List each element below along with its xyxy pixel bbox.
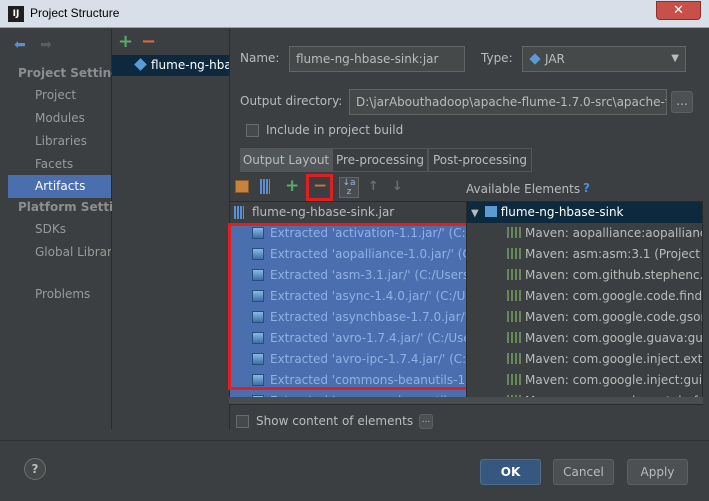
forward-arrow-icon[interactable]: ➡ [40,37,52,53]
window-title: Project Structure [30,6,120,20]
apply-button[interactable]: Apply [627,459,688,485]
name-field[interactable]: flume-ng-hbase-sink:jar [289,46,465,72]
nav-item-problems[interactable]: Problems [0,283,111,306]
close-button[interactable]: ✕ [656,1,701,20]
remove-element-icon[interactable]: − [313,176,327,196]
tab-output-layout[interactable]: Output Layout [240,148,332,172]
type-select[interactable]: JAR ▼ [522,46,686,72]
output-tree-scrollbar[interactable] [229,397,467,404]
library-label: Maven: com.google.inject.extensions [525,352,702,366]
output-directory-field[interactable]: D:\jarAbouthadoop\apache-flume-1.7.0-src… [349,89,667,115]
available-root[interactable]: ▼ flume-ng-hbase-sink [467,202,702,223]
library-label: Maven: com.google.inject:guice:3.0 [525,373,702,387]
nav-item-facets[interactable]: Facets [0,153,111,176]
library-row[interactable]: Maven: com.google.code.findbugs:jsr305 [467,286,702,307]
archive-icon[interactable] [260,179,270,194]
show-content-options-button[interactable]: ... [419,414,433,429]
platform-settings-header: Platform Settings [18,200,112,214]
show-content-checkbox[interactable] [236,415,249,428]
library-label: Maven: aopalliance:aopalliance:1.0 [525,226,702,240]
type-label: Type: [481,51,513,65]
jar-type-icon [529,53,541,65]
highlight-box-selection [228,223,470,390]
maven-library-icon [507,269,521,280]
maven-library-icon [507,374,521,385]
help-icon[interactable]: ? [583,181,590,195]
include-in-build-checkbox[interactable] [246,124,259,137]
library-row[interactable]: Maven: asm:asm:3.1 (Project Library) [467,244,702,265]
library-label: Maven: com.google.code.findbugs:jsr305 [525,289,702,303]
artifact-list-panel: + − flume-ng-hbase-sink:jar [112,29,230,429]
tab-post-processing[interactable]: Post-processing [428,148,532,172]
show-content-label: Show content of elements [256,414,414,428]
cancel-button[interactable]: Cancel [553,459,614,485]
sort-elements-icon[interactable]: ↓a z [339,177,359,198]
maven-library-icon [507,248,521,259]
intellij-logo-icon: IJ [8,6,24,22]
nav-item-project[interactable]: Project [0,84,111,107]
back-arrow-icon[interactable]: ⬅ [14,37,26,53]
artifact-item-label: flume-ng-hbase-sink:jar [151,58,229,72]
footer-divider [0,440,709,441]
tab-pre-processing[interactable]: Pre-processing [332,148,428,172]
expand-arrow-icon[interactable]: ▼ [471,208,479,219]
jar-artifact-icon [134,58,147,71]
library-row[interactable]: Maven: com.google.code.gson:gson [467,307,702,328]
add-artifact-icon[interactable]: + [118,31,133,52]
maven-library-icon [507,311,521,322]
library-label: Maven: com.github.stephenc.findbugs [525,268,702,282]
add-element-icon[interactable]: + [285,176,299,196]
jar-file-icon [234,206,244,219]
library-row[interactable]: Maven: com.github.stephenc.findbugs [467,265,702,286]
move-down-icon[interactable]: ↓ [392,179,403,194]
remove-artifact-icon[interactable]: − [141,31,156,52]
browse-button[interactable]: ... [671,91,693,113]
chevron-down-icon: ▼ [671,53,679,64]
library-label: Maven: com.google.guava:guava:11.0.2 [525,331,702,345]
type-value: JAR [545,52,565,66]
module-folder-icon [484,206,497,217]
maven-library-icon [507,332,521,343]
nav-item-libraries[interactable]: Libraries [0,130,111,153]
nav-item-global-libraries[interactable]: Global Libraries [0,241,111,264]
library-row[interactable]: Maven: aopalliance:aopalliance:1.0 [467,223,702,244]
help-button[interactable]: ? [24,458,46,480]
maven-library-icon [507,353,521,364]
create-directory-icon[interactable] [235,180,249,193]
output-root-jar[interactable]: flume-ng-hbase-sink.jar [230,202,466,223]
nav-item-sdks[interactable]: SDKs [0,218,111,241]
output-directory-label: Output directory: [240,94,343,108]
available-root-label: flume-ng-hbase-sink [500,205,624,219]
available-tree-scrollbar[interactable] [466,397,703,404]
nav-item-artifacts[interactable]: Artifacts [8,175,111,198]
ok-button[interactable]: OK [480,459,541,485]
name-label: Name: [240,51,280,65]
nav-item-modules[interactable]: Modules [0,107,111,130]
library-label: Maven: com.google.code.gson:gson [525,310,702,324]
output-root-label: flume-ng-hbase-sink.jar [252,205,395,219]
maven-library-icon [507,227,521,238]
library-row[interactable]: Maven: com.google.inject.extensions [467,349,702,370]
include-in-build-label: Include in project build [266,123,404,137]
available-elements-tree: ▼ flume-ng-hbase-sink Maven: aopalliance:… [466,201,703,405]
maven-library-icon [507,290,521,301]
artifact-list-item[interactable]: flume-ng-hbase-sink:jar [112,55,229,76]
settings-navigation: ⬅ ➡ Project Settings Project Modules Lib… [0,29,112,429]
library-label: Maven: asm:asm:3.1 (Project Library) [525,247,702,261]
library-row[interactable]: Maven: com.google.guava:guava:11.0.2 [467,328,702,349]
available-elements-label: Available Elements [466,182,581,196]
move-up-icon[interactable]: ↑ [368,179,379,194]
library-row[interactable]: Maven: com.google.inject:guice:3.0 [467,370,702,391]
project-settings-header: Project Settings [18,66,112,80]
